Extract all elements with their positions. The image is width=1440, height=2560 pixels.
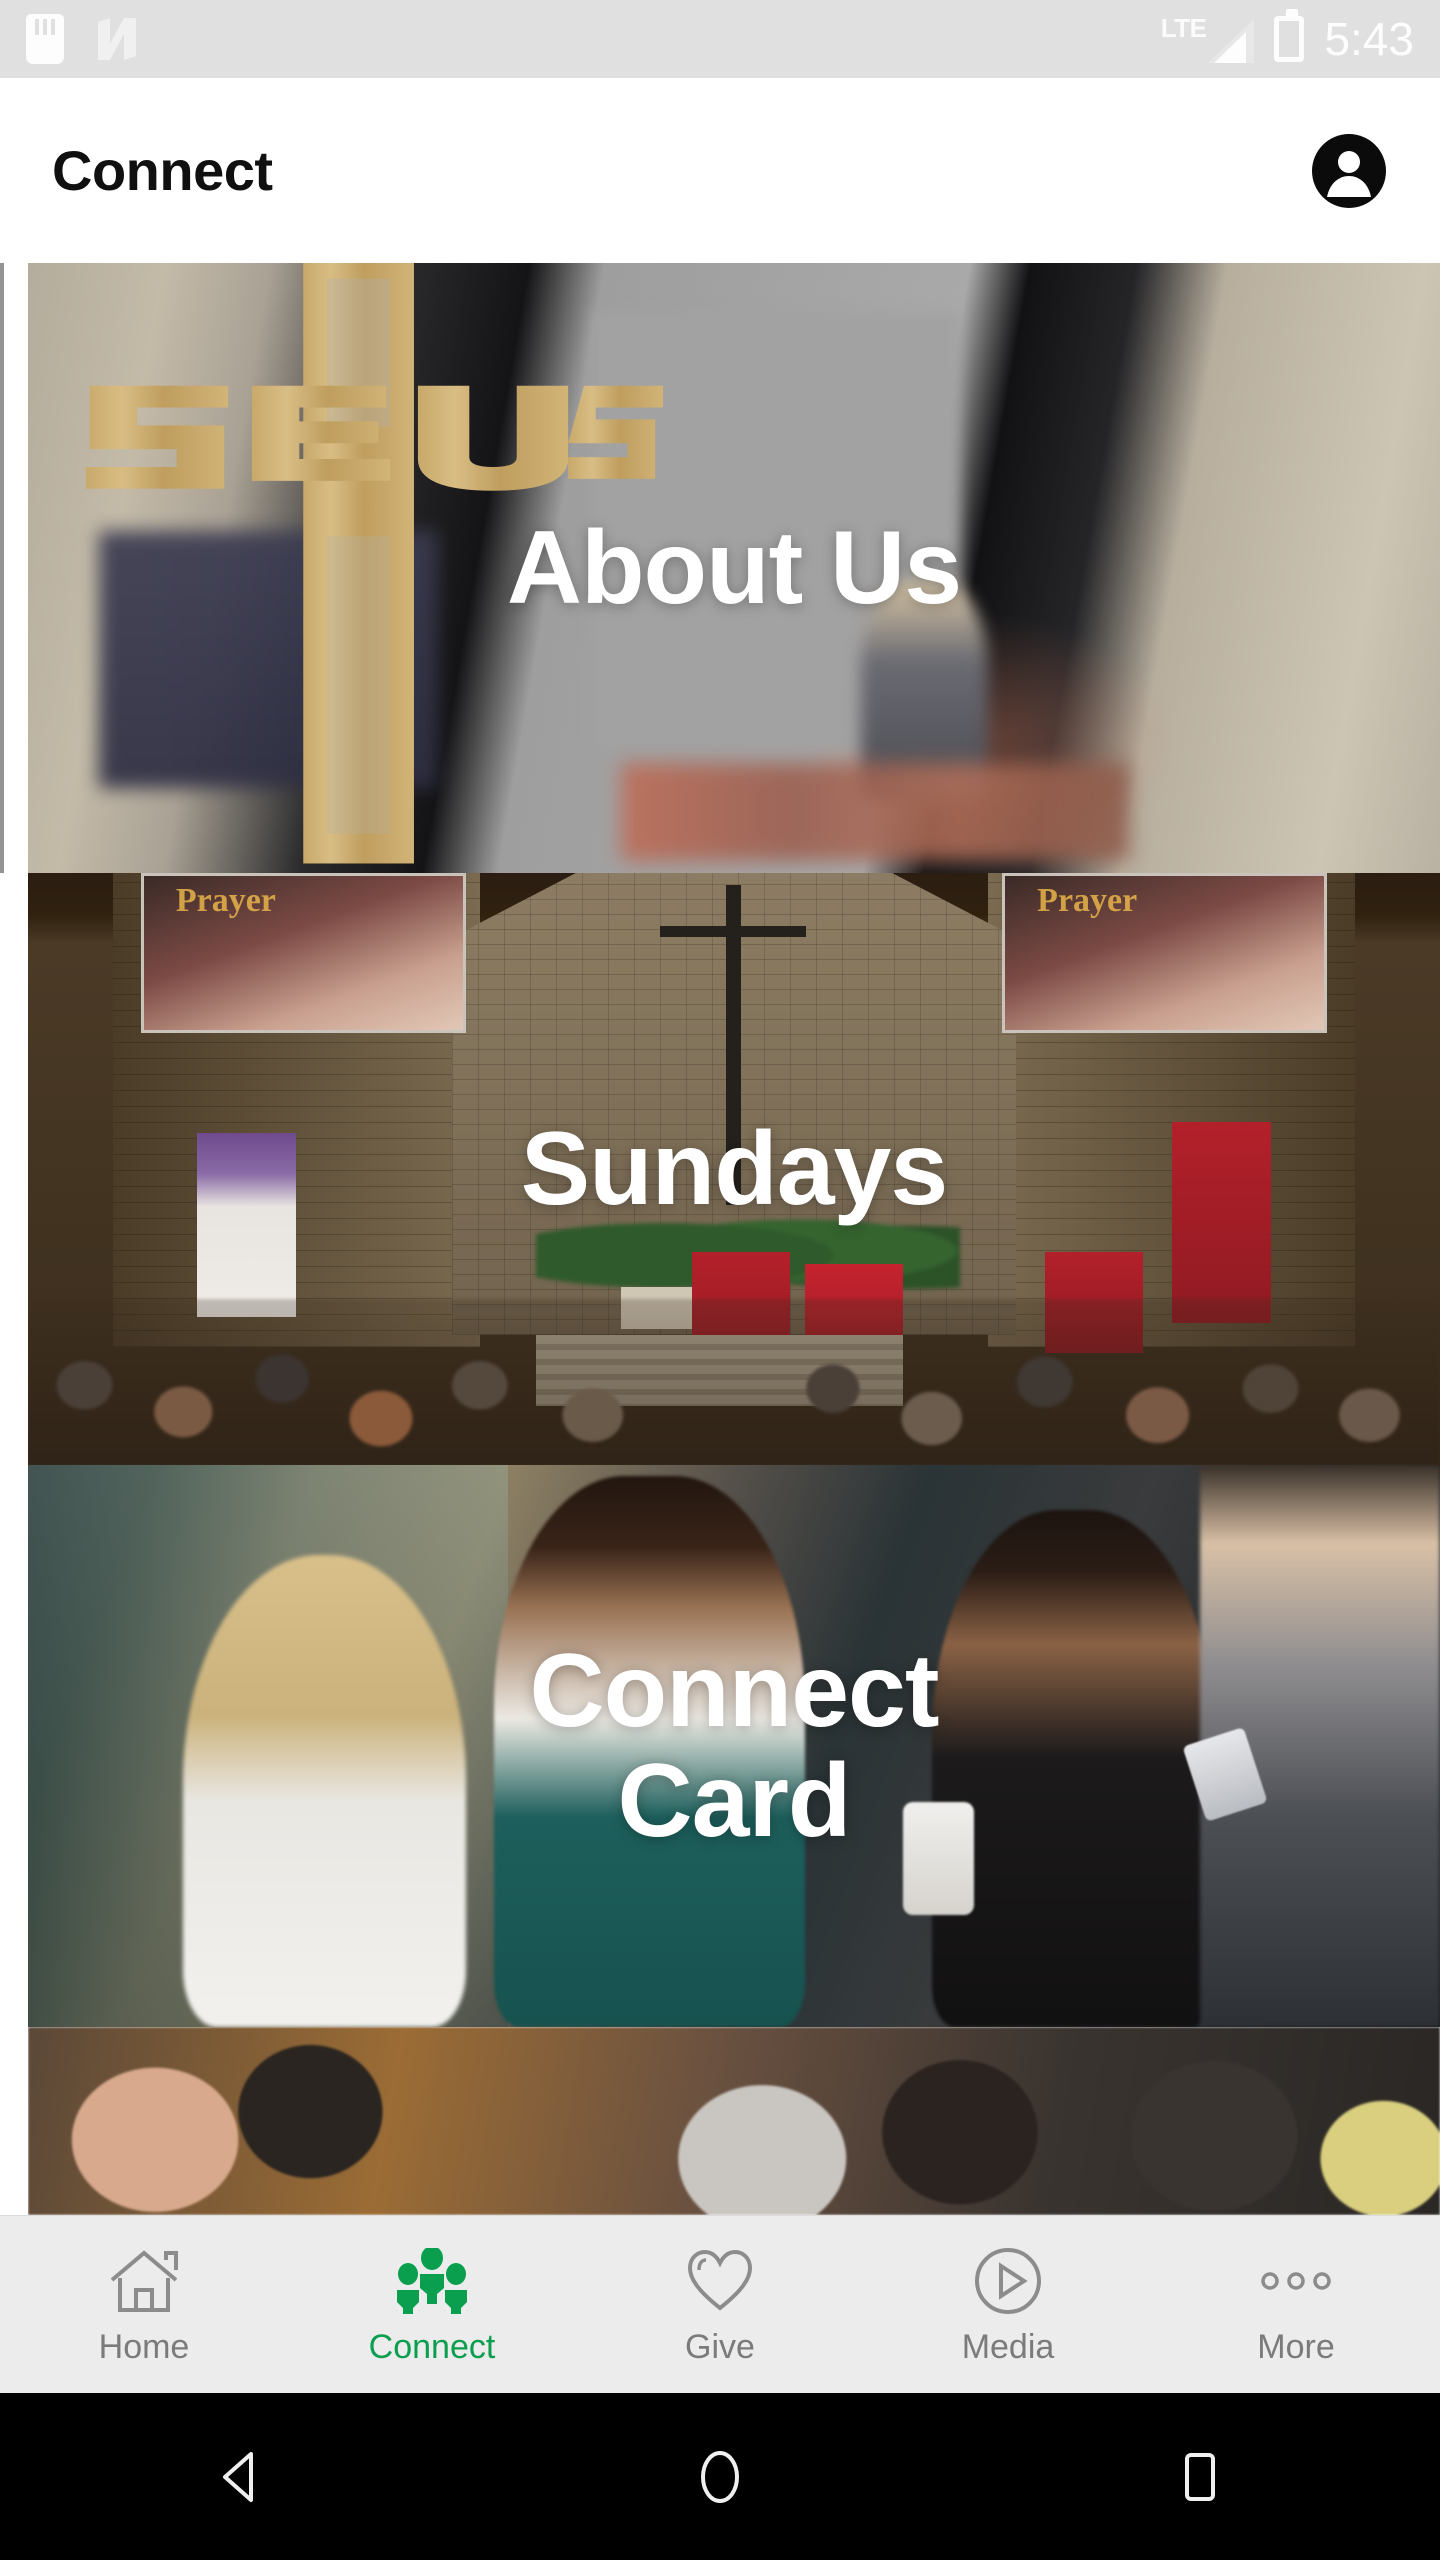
back-button[interactable] (180, 2427, 300, 2527)
card-sundays-label: Sundays (520, 1110, 948, 1227)
play-circle-icon (973, 2246, 1043, 2316)
card-about-us-label: About Us (506, 509, 962, 626)
people-icon (395, 2246, 469, 2316)
tab-more[interactable]: More (1152, 2246, 1440, 2364)
more-dots-icon (1257, 2246, 1335, 2316)
system-navigation-bar (0, 2393, 1440, 2560)
tab-media[interactable]: Media (864, 2246, 1152, 2364)
crowd-image (28, 2027, 1440, 2215)
card-list[interactable]: About Us Prayer Prayer Sundays Connect C… (0, 263, 1440, 2215)
tab-connect[interactable]: Connect (288, 2246, 576, 2364)
tab-give[interactable]: Give (576, 2246, 864, 2364)
lte-signal-icon: LTE (1161, 15, 1255, 63)
tab-connect-label: Connect (368, 2327, 496, 2366)
phone-screen: LTE 5:43 Connect About Us Prayer Prayer … (0, 0, 1440, 2560)
battery-charging-icon (1274, 9, 1305, 62)
tab-give-label: Give (685, 2327, 755, 2366)
card-connect-card-label-line2: Card (617, 1743, 852, 1859)
card-sundays[interactable]: Prayer Prayer Sundays (28, 873, 1440, 1465)
page-title: Connect (52, 139, 273, 202)
home-button[interactable] (660, 2427, 780, 2527)
card-partial-next[interactable] (28, 2027, 1440, 2215)
tab-home[interactable]: Home (0, 2246, 288, 2364)
card-about-us[interactable]: About Us (28, 263, 1440, 873)
status-bar-left (26, 14, 140, 64)
home-icon (108, 2246, 180, 2316)
status-bar-right: LTE 5:43 (1161, 9, 1414, 65)
recents-button[interactable] (1140, 2427, 1260, 2527)
status-bar: LTE 5:43 (0, 0, 1440, 78)
status-bar-clock: 5:43 (1324, 13, 1414, 65)
account-circle-icon[interactable] (1310, 132, 1388, 210)
tab-media-label: Media (961, 2327, 1055, 2366)
heart-icon (685, 2246, 755, 2316)
bottom-tab-bar: Home Connect Give Media More (0, 2215, 1440, 2393)
tab-home-label: Home (98, 2327, 190, 2366)
card-connect-card[interactable]: Connect Card (28, 1465, 1440, 2027)
app-bar: Connect (0, 78, 1440, 263)
card-connect-card-label-line1: Connect (529, 1632, 940, 1749)
signal-bars-icon (1208, 19, 1255, 63)
lte-label: LTE (1160, 13, 1207, 43)
sd-card-icon (26, 14, 64, 64)
card-connect-card-label: Connect Card (28, 1465, 1440, 2027)
tab-more-label: More (1257, 2327, 1335, 2366)
android-nougat-icon (94, 14, 140, 64)
carousel-peek-edge (0, 263, 4, 873)
